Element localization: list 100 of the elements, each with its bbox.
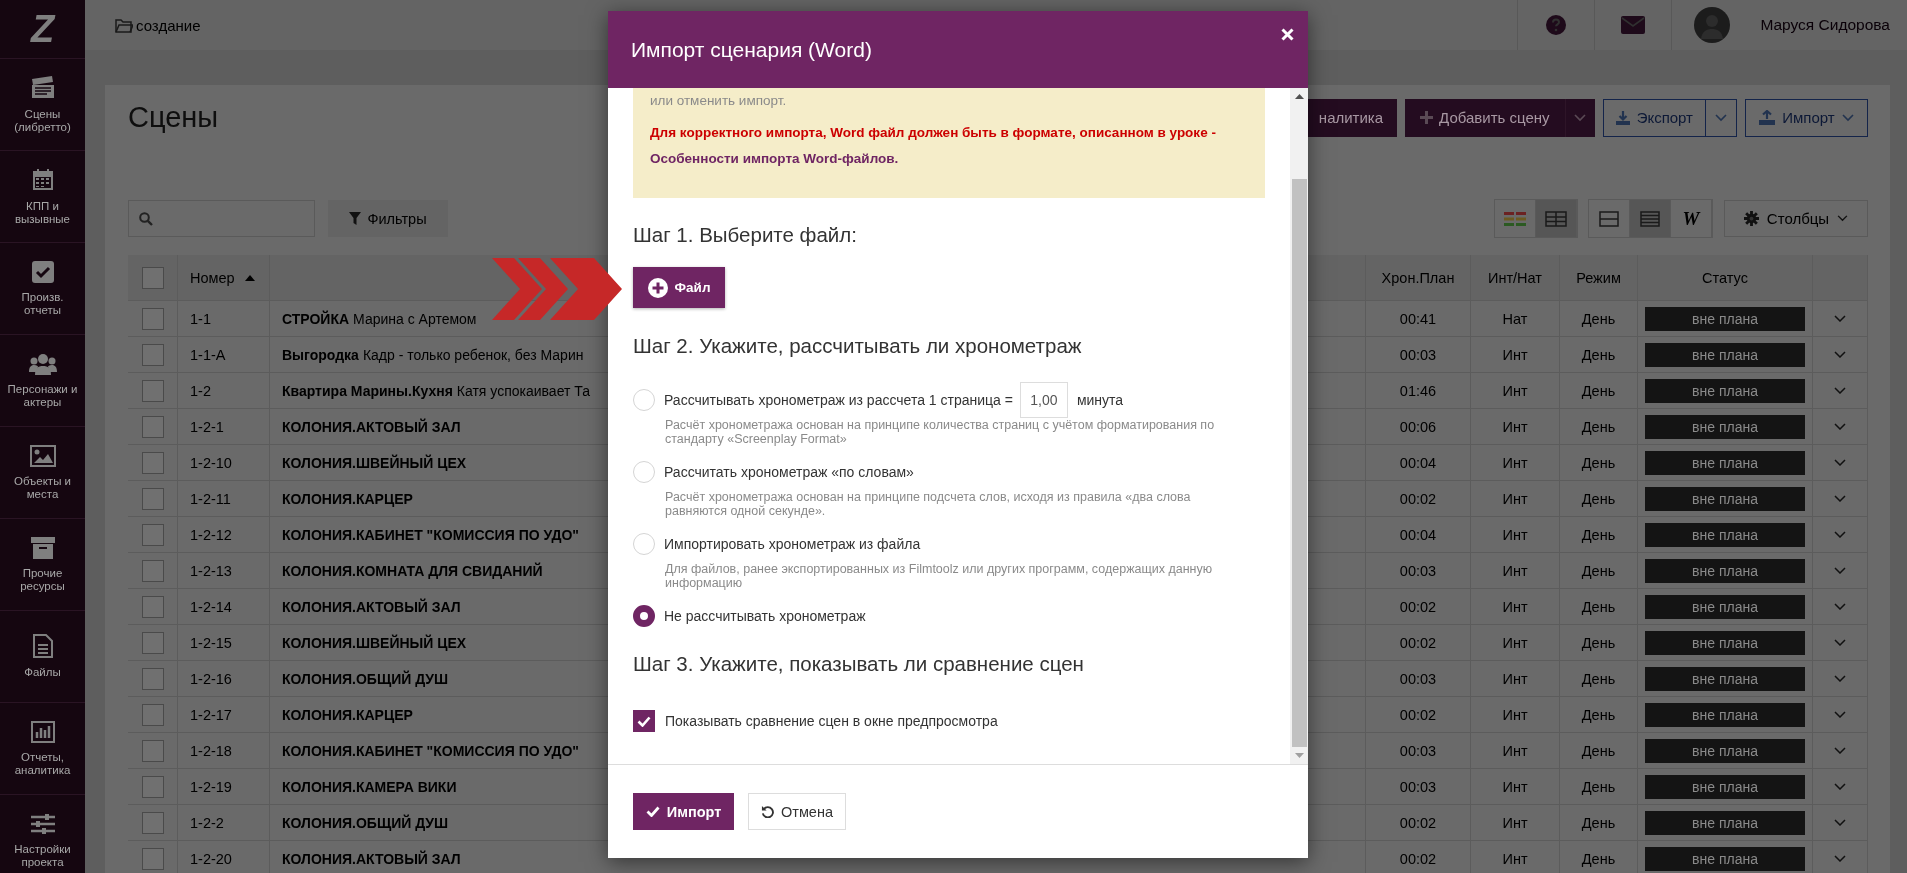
- import-confirm-button[interactable]: Импорт: [633, 793, 734, 830]
- dropdown-button[interactable]: [1706, 98, 1737, 137]
- select-all-checkbox[interactable]: [141, 266, 164, 289]
- chevron-icon[interactable]: [1834, 855, 1846, 862]
- chevron-icon[interactable]: [1834, 315, 1846, 322]
- row-checkbox[interactable]: [141, 775, 164, 798]
- chevron-icon[interactable]: [1834, 711, 1846, 718]
- row-checkbox[interactable]: [141, 811, 164, 834]
- grid-view-button[interactable]: [1536, 200, 1577, 237]
- column-header[interactable]: Статус: [1638, 255, 1813, 300]
- file-button[interactable]: Файл: [633, 267, 725, 308]
- status-badge[interactable]: вне плана: [1645, 666, 1805, 691]
- status-badge[interactable]: вне плана: [1645, 846, 1805, 871]
- check-icon: [637, 715, 651, 727]
- sidebar-item[interactable]: Файлы: [0, 610, 85, 702]
- status-badge[interactable]: вне плана: [1645, 342, 1805, 367]
- scroll-down-icon[interactable]: [1294, 753, 1304, 758]
- table-cell: 00:02: [1366, 625, 1471, 660]
- chevron-icon[interactable]: [1834, 819, 1846, 826]
- table-cell: Инт: [1471, 373, 1560, 408]
- user-name[interactable]: Маруся Сидорова: [1760, 16, 1890, 34]
- row-checkbox[interactable]: [141, 487, 164, 510]
- chevron-icon[interactable]: [1834, 387, 1846, 394]
- status-badge[interactable]: вне плана: [1645, 486, 1805, 511]
- caret-icon: [1574, 113, 1587, 122]
- column-header[interactable]: Инт/Нат: [1471, 255, 1560, 300]
- chevron-icon[interactable]: [1834, 423, 1846, 430]
- row-checkbox[interactable]: [141, 379, 164, 402]
- status-badge[interactable]: вне плана: [1645, 630, 1805, 655]
- sidebar-item[interactable]: Персонажи и актеры: [0, 334, 85, 426]
- chevron-icon[interactable]: [1834, 351, 1846, 358]
- row-checkbox[interactable]: [141, 523, 164, 546]
- sidebar-item[interactable]: Произв. отчеты: [0, 242, 85, 334]
- row-checkbox[interactable]: [141, 307, 164, 330]
- export-button[interactable]: Экспорт: [1602, 98, 1706, 137]
- row-checkbox[interactable]: [141, 703, 164, 726]
- row-checkbox[interactable]: [141, 343, 164, 366]
- sidebar-item[interactable]: Настройки проекта: [0, 794, 85, 873]
- help-icon[interactable]: [1546, 15, 1567, 35]
- sidebar-item[interactable]: Объекты и места: [0, 426, 85, 518]
- row-checkbox[interactable]: [141, 739, 164, 762]
- option-label[interactable]: Рассчитывать хронометраж из рассчета 1 страница =: [664, 392, 1013, 408]
- filters-button[interactable]: Фильтры: [328, 200, 448, 237]
- radio-button[interactable]: [633, 605, 655, 627]
- logo[interactable]: Z: [0, 0, 85, 58]
- column-header[interactable]: Номер: [178, 255, 270, 300]
- sidebar-item[interactable]: Отчеты, аналитика: [0, 702, 85, 794]
- option-label[interactable]: Не рассчитывать хронометраж: [664, 608, 866, 624]
- add-scene-button[interactable]: Добавить сцену: [1405, 98, 1565, 137]
- chevron-icon[interactable]: [1834, 783, 1846, 790]
- mail-icon[interactable]: [1621, 16, 1646, 34]
- chevron-icon[interactable]: [1834, 639, 1846, 646]
- row-checkbox[interactable]: [141, 595, 164, 618]
- notice-text: или отменить импорт.: [650, 92, 788, 110]
- sidebar-item[interactable]: Прочие ресурсы: [0, 518, 85, 610]
- scroll-up-icon[interactable]: [1294, 94, 1304, 99]
- sidebar-item[interactable]: Сцены (либретто): [0, 58, 85, 150]
- row-checkbox[interactable]: [141, 847, 164, 870]
- chevron-icon[interactable]: [1834, 567, 1846, 574]
- minutes-input[interactable]: 1,00: [1019, 382, 1068, 418]
- chevron-icon[interactable]: [1834, 459, 1846, 466]
- status-badge[interactable]: вне плана: [1645, 558, 1805, 583]
- avatar-icon[interactable]: [1694, 7, 1731, 43]
- chevron-icon[interactable]: [1834, 675, 1846, 682]
- checkbox[interactable]: [633, 710, 655, 732]
- status-badge[interactable]: вне плана: [1645, 414, 1805, 439]
- row-checkbox[interactable]: [141, 559, 164, 582]
- status-badge[interactable]: вне плана: [1645, 378, 1805, 403]
- scrollbar[interactable]: [1290, 88, 1308, 764]
- option-label[interactable]: Рассчитать хронометраж «по словам»: [664, 464, 914, 480]
- import-button[interactable]: Импорт: [1745, 98, 1868, 137]
- column-header[interactable]: Режим: [1560, 255, 1638, 300]
- chevron-icon[interactable]: [1834, 603, 1846, 610]
- chevron-icon[interactable]: [1834, 495, 1846, 502]
- status-badge[interactable]: вне плана: [1645, 738, 1805, 763]
- sidebar-item[interactable]: КПП и вызывные: [0, 150, 85, 242]
- chevron-icon[interactable]: [1834, 531, 1846, 538]
- status-badge[interactable]: вне плана: [1645, 306, 1805, 331]
- list-view-button[interactable]: [1630, 200, 1671, 237]
- breadcrumb-link[interactable]: создание: [115, 16, 201, 34]
- row-checkbox[interactable]: [141, 415, 164, 438]
- lesson-link[interactable]: Особенности импорта Word-файлов.: [650, 151, 899, 166]
- column-header[interactable]: Хрон.План: [1366, 255, 1471, 300]
- row-checkbox[interactable]: [141, 631, 164, 654]
- row-checkbox[interactable]: [141, 667, 164, 690]
- chevron-icon[interactable]: [1834, 747, 1846, 754]
- status-badge[interactable]: вне плана: [1645, 810, 1805, 835]
- status-badge[interactable]: вне плана: [1645, 522, 1805, 547]
- status-badge[interactable]: вне плана: [1645, 450, 1805, 475]
- row-checkbox[interactable]: [141, 451, 164, 474]
- option-label[interactable]: Импортировать хронометраж из файла: [664, 536, 921, 552]
- columns-button[interactable]: Столбцы: [1724, 200, 1868, 237]
- status-badge[interactable]: вне плана: [1645, 774, 1805, 799]
- close-icon[interactable]: [1281, 28, 1294, 41]
- search-field[interactable]: [128, 200, 315, 237]
- status-badge[interactable]: вне плана: [1645, 702, 1805, 727]
- status-badge[interactable]: вне плана: [1645, 594, 1805, 619]
- checkbox-label[interactable]: Показывать сравнение сцен в окне предпросмотра: [665, 713, 998, 729]
- dropdown-button[interactable]: [1564, 98, 1595, 137]
- cancel-button[interactable]: Отмена: [748, 793, 846, 830]
